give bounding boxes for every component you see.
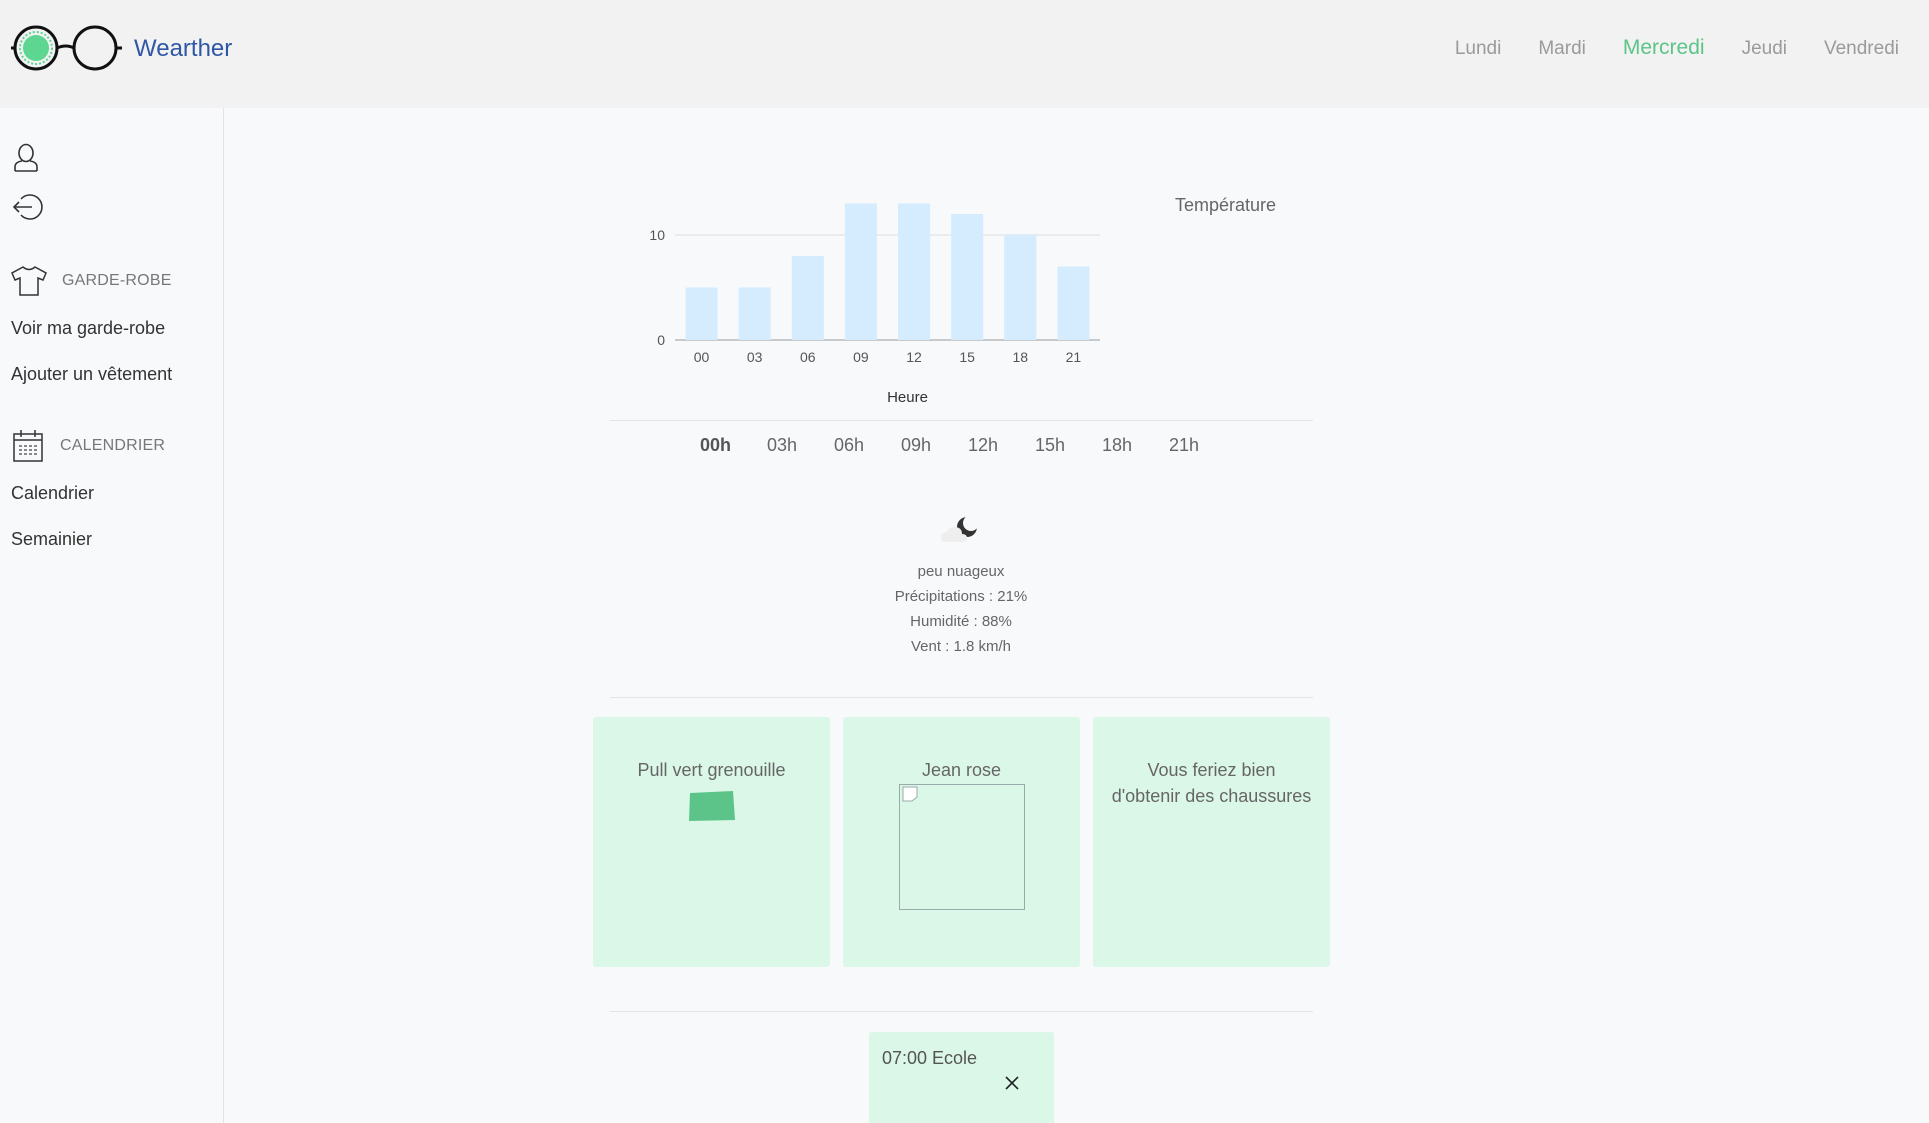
x-tick-label: 18 bbox=[1013, 349, 1029, 365]
weather-precipitation: Précipitations : 21% bbox=[894, 588, 1028, 605]
temperature-bar bbox=[1057, 266, 1090, 340]
wardrobe-section-label: GARDE-ROBE bbox=[62, 272, 172, 289]
temperature-bar bbox=[738, 287, 771, 340]
temperature-bar bbox=[791, 256, 824, 340]
close-icon[interactable] bbox=[1003, 1074, 1021, 1092]
hour-tab-21h[interactable]: 21h bbox=[1169, 435, 1236, 456]
hour-tab-09h[interactable]: 09h bbox=[901, 435, 968, 456]
green-sweater-thumbnail bbox=[688, 791, 735, 821]
hour-tab-00h[interactable]: 00h bbox=[700, 435, 767, 456]
hour-selector: 00h 03h 06h 09h 12h 15h 18h 21h bbox=[700, 435, 1236, 456]
broken-image-placeholder bbox=[898, 784, 1025, 910]
calendar-section-label: CALENDRIER bbox=[60, 437, 166, 454]
wardrobe-section-header: GARDE-ROBE bbox=[10, 265, 172, 297]
temperature-bar bbox=[1004, 235, 1037, 340]
temperature-chart: 0 10 00 03 06 09 12 15 18 21 Heure bbox=[640, 190, 1120, 420]
temperature-bar bbox=[898, 203, 931, 340]
sidebar-item-voir-garde-robe[interactable]: Voir ma garde-robe bbox=[11, 318, 165, 339]
x-tick-label: 15 bbox=[959, 349, 975, 365]
weather-details: peu nuageux Précipitations : 21% Humidit… bbox=[861, 510, 1061, 659]
calendar-section-header: CALENDRIER bbox=[10, 428, 165, 464]
outfit-card-title: Vous feriez bien d'obtenir des chaussure… bbox=[1111, 760, 1312, 806]
weather-wind: Vent : 1.8 km/h bbox=[910, 638, 1012, 655]
x-tick-label: 12 bbox=[906, 349, 922, 365]
tab-jeudi[interactable]: Jeudi bbox=[1742, 38, 1787, 60]
x-tick-label: 06 bbox=[800, 349, 816, 365]
top-bar: Wearther Lundi Mardi Mercredi Jeudi Vend… bbox=[0, 0, 1929, 108]
tab-mardi[interactable]: Mardi bbox=[1538, 38, 1586, 60]
outfit-card-title: Jean rose bbox=[921, 760, 1002, 780]
y-tick-label: 0 bbox=[657, 332, 665, 348]
x-axis-label: Heure bbox=[887, 389, 928, 406]
y-tick-label: 10 bbox=[649, 227, 665, 243]
hour-tab-06h[interactable]: 06h bbox=[834, 435, 901, 456]
tab-vendredi[interactable]: Vendredi bbox=[1824, 38, 1899, 60]
x-tick-label: 21 bbox=[1066, 349, 1082, 365]
day-tabs: Lundi Mardi Mercredi Jeudi Vendredi bbox=[1418, 36, 1899, 60]
sidebar-item-semainier[interactable]: Semainier bbox=[11, 529, 92, 550]
outfit-card-title: Pull vert grenouille bbox=[637, 760, 786, 780]
hour-tab-15h[interactable]: 15h bbox=[1035, 435, 1102, 456]
x-tick-label: 00 bbox=[694, 349, 710, 365]
user-icon[interactable] bbox=[12, 142, 40, 172]
outfit-card[interactable]: Jean rose bbox=[843, 717, 1080, 967]
sidebar-item-calendrier[interactable]: Calendrier bbox=[11, 483, 94, 504]
temperature-chart-svg: 0 10 00 03 06 09 12 15 18 21 Heure bbox=[649, 203, 1100, 406]
glasses-logo-icon bbox=[11, 25, 122, 71]
hour-tab-03h[interactable]: 03h bbox=[767, 435, 834, 456]
app-title[interactable]: Wearther bbox=[134, 35, 232, 63]
weather-humidity: Humidité : 88% bbox=[910, 613, 1012, 630]
temperature-bar bbox=[951, 214, 984, 340]
divider bbox=[610, 1011, 1313, 1012]
hour-tab-18h[interactable]: 18h bbox=[1102, 435, 1169, 456]
temperature-bar bbox=[844, 203, 877, 340]
chart-legend-label: Température bbox=[1175, 195, 1277, 215]
x-tick-label: 09 bbox=[853, 349, 869, 365]
divider bbox=[610, 420, 1313, 421]
logout-arrow-icon[interactable] bbox=[12, 191, 44, 223]
tab-lundi[interactable]: Lundi bbox=[1455, 38, 1502, 60]
partly-cloudy-night-icon bbox=[941, 515, 979, 542]
divider bbox=[610, 697, 1313, 698]
tshirt-icon bbox=[11, 266, 47, 296]
outfit-card[interactable]: Vous feriez bien d'obtenir des chaussure… bbox=[1093, 717, 1330, 967]
outfit-card[interactable]: Pull vert grenouille bbox=[593, 717, 830, 967]
calendar-event[interactable]: 07:00 Ecole bbox=[869, 1032, 1054, 1123]
tab-mercredi[interactable]: Mercredi bbox=[1623, 36, 1705, 60]
weather-description: peu nuageux bbox=[917, 563, 1005, 580]
hour-tab-12h[interactable]: 12h bbox=[968, 435, 1035, 456]
temperature-bar bbox=[685, 287, 718, 340]
sidebar-item-ajouter-vetement[interactable]: Ajouter un vêtement bbox=[11, 364, 172, 385]
x-tick-label: 03 bbox=[747, 349, 763, 365]
event-text: 07:00 Ecole bbox=[882, 1048, 978, 1068]
calendar-icon bbox=[13, 430, 43, 462]
sidebar: GARDE-ROBE Voir ma garde-robe Ajouter un… bbox=[0, 108, 224, 1123]
